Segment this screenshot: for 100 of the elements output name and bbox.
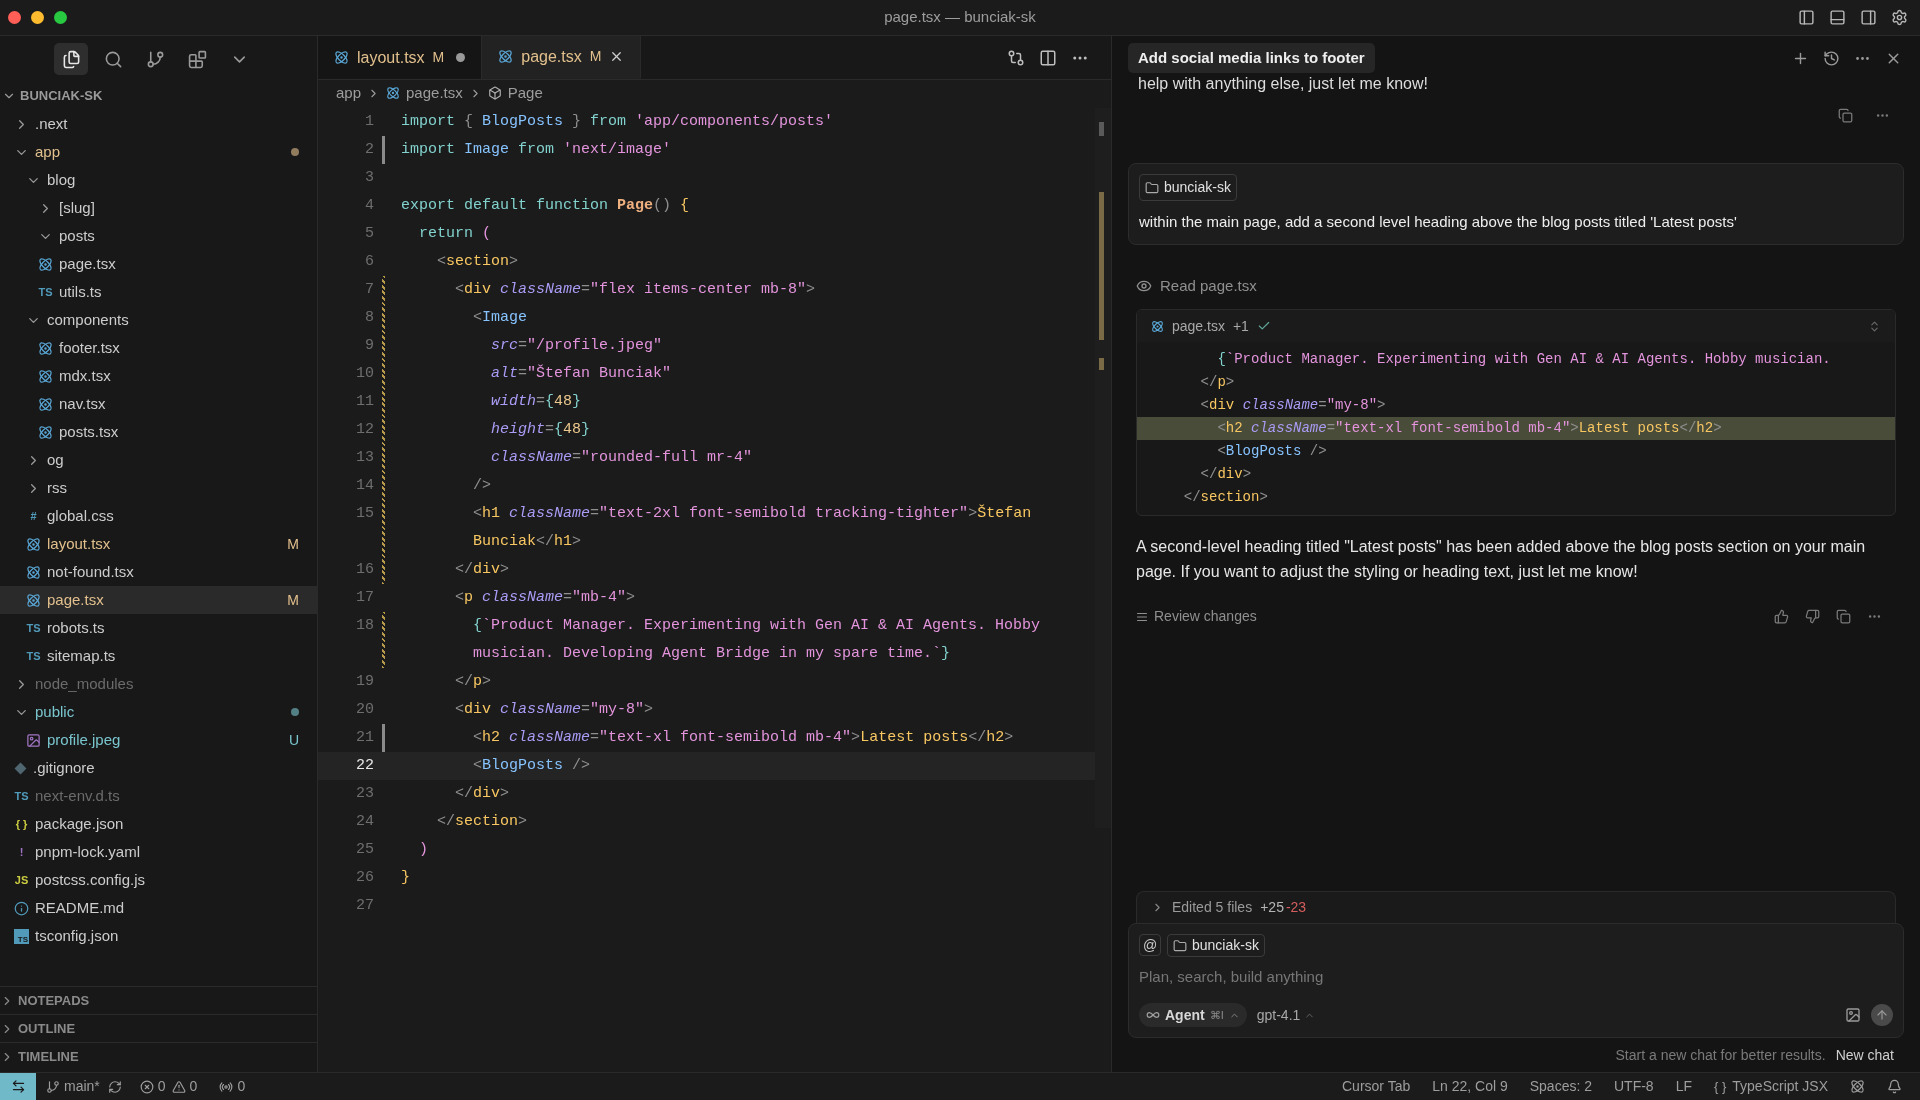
file-row[interactable]: TS robots.ts: [0, 614, 317, 642]
file-row[interactable]: TS sitemap.ts: [0, 642, 317, 670]
atom-icon: [26, 536, 41, 552]
folder-row[interactable]: og: [0, 446, 317, 474]
line-number: 15: [355, 503, 374, 524]
thumbs-down-icon[interactable]: [1805, 609, 1820, 624]
folder-row[interactable]: [slug]: [0, 194, 317, 222]
file-row[interactable]: # global.css: [0, 502, 317, 530]
thumbs-up-icon[interactable]: [1774, 609, 1789, 624]
edited-files-bar[interactable]: Edited 5 files +25-23: [1136, 891, 1896, 923]
file-row[interactable]: ! pnpm-lock.yaml: [0, 838, 317, 866]
line-number: 25: [355, 839, 374, 860]
breadcrumb-item[interactable]: page.tsx: [406, 81, 463, 105]
info-icon: [14, 900, 29, 916]
maximize-window-button[interactable]: [54, 11, 67, 24]
punctuation: </: [536, 531, 555, 552]
file-type-icon: TS: [14, 790, 29, 802]
status-item[interactable]: LF: [1675, 1076, 1692, 1097]
split-editor-icon[interactable]: [1039, 48, 1057, 67]
line-number: 17: [355, 587, 374, 608]
folder-row[interactable]: blog: [0, 166, 317, 194]
file-row[interactable]: page.tsx: [0, 250, 317, 278]
expand-icon[interactable]: [1868, 319, 1881, 333]
folder-row[interactable]: public: [0, 698, 317, 726]
mode-selector[interactable]: Agent: [1165, 1004, 1205, 1026]
notifications-icon[interactable]: [1887, 1079, 1902, 1094]
line-number: 5: [364, 223, 374, 244]
file-row[interactable]: TS utils.ts: [0, 278, 317, 306]
file-row[interactable]: page.tsx M: [0, 586, 317, 614]
folder-row[interactable]: .next: [0, 110, 317, 138]
git-status-letter: M: [287, 590, 299, 610]
toggle-panel-icon[interactable]: [1829, 9, 1846, 26]
tag-name: div: [1209, 396, 1235, 415]
file-type-icon: { }: [14, 818, 29, 830]
punctuation: =: [590, 727, 600, 748]
explorer-root-header[interactable]: BUNCIAK-SK: [0, 82, 317, 110]
file-row[interactable]: TS next-env.d.ts: [0, 782, 317, 810]
file-row[interactable]: profile.jpeg U: [0, 726, 317, 754]
file-row[interactable]: posts.tsx: [0, 418, 317, 446]
file-row[interactable]: not-found.tsx: [0, 558, 317, 586]
status-item[interactable]: Ln 22, Col 9: [1432, 1076, 1508, 1097]
file-row[interactable]: README.md: [0, 894, 317, 922]
branch-button[interactable]: main*: [64, 1076, 100, 1097]
punctuation: >: [482, 671, 492, 692]
file-row[interactable]: layout.tsx M: [0, 530, 317, 558]
breadcrumb-item[interactable]: app: [336, 81, 362, 105]
copy-icon[interactable]: [1838, 108, 1853, 123]
minimize-window-button[interactable]: [31, 11, 44, 24]
diff-file-name[interactable]: page.tsx: [1172, 315, 1225, 337]
error-count[interactable]: 0: [157, 1076, 166, 1097]
sidebar-section-header[interactable]: OUTLINE: [0, 1014, 317, 1042]
compare-changes-icon[interactable]: [1007, 48, 1025, 67]
history-icon[interactable]: [1823, 49, 1840, 67]
file-row[interactable]: JS postcss.config.js: [0, 866, 317, 894]
file-name: .gitignore: [33, 757, 95, 778]
file-row[interactable]: .gitignore: [0, 754, 317, 782]
file-row[interactable]: { } package.json: [0, 810, 317, 838]
warning-count[interactable]: 0: [189, 1076, 198, 1097]
sidebar-section-header[interactable]: TIMELINE: [0, 1042, 317, 1070]
toggle-sidebar-icon[interactable]: [1798, 9, 1815, 26]
tag-name: h2: [986, 727, 1005, 748]
status-item[interactable]: Cursor Tab: [1342, 1076, 1411, 1097]
arrow-up-icon: [1875, 1008, 1889, 1022]
chat-input-field[interactable]: Plan, search, build anything: [1139, 963, 1893, 989]
file-row[interactable]: TS tsconfig.json: [0, 922, 317, 950]
punctuation: }: [571, 111, 583, 132]
atom-icon: [498, 49, 514, 64]
folder-row[interactable]: posts: [0, 222, 317, 250]
file-row[interactable]: nav.tsx: [0, 390, 317, 418]
ports-count[interactable]: 0: [237, 1076, 246, 1097]
file-name: footer.tsx: [59, 337, 120, 358]
chat-tab[interactable]: Add social media links to footer: [1128, 42, 1375, 74]
line-number: 24: [355, 811, 374, 832]
file-row[interactable]: mdx.tsx: [0, 362, 317, 390]
language-mode-button[interactable]: TypeScript JSX: [1732, 1076, 1828, 1097]
punctuation: >: [806, 279, 816, 300]
model-selector[interactable]: gpt-4.1: [1256, 1004, 1301, 1026]
new-chat-link[interactable]: New chat: [1835, 1044, 1894, 1066]
copy-icon[interactable]: [1836, 609, 1851, 624]
activity-tab[interactable]: [54, 43, 88, 75]
status-item[interactable]: Spaces: 2: [1529, 1076, 1592, 1097]
remote-button[interactable]: [0, 1073, 36, 1100]
editor-tab[interactable]: page.tsx M: [482, 36, 642, 79]
folder-row[interactable]: components: [0, 306, 317, 334]
toggle-secondary-sidebar-icon[interactable]: [1860, 9, 1877, 26]
status-item[interactable]: UTF-8: [1614, 1076, 1654, 1097]
send-button[interactable]: [1871, 1004, 1893, 1026]
folder-row[interactable]: app: [0, 138, 317, 166]
close-window-button[interactable]: [8, 11, 21, 24]
image-attach-icon[interactable]: [1845, 1007, 1861, 1023]
line-number: 3: [364, 167, 374, 188]
folder-row[interactable]: rss: [0, 474, 317, 502]
breadcrumb-item[interactable]: Page: [507, 81, 543, 105]
review-changes-button[interactable]: Review changes: [1154, 606, 1257, 627]
mention-button[interactable]: @: [1139, 934, 1161, 956]
punctuation: </: [1199, 465, 1218, 484]
sidebar-section-header[interactable]: NOTEPADS: [0, 986, 317, 1014]
settings-icon[interactable]: [1891, 9, 1908, 26]
sync-icon[interactable]: [107, 1079, 122, 1094]
file-row[interactable]: footer.tsx: [0, 334, 317, 362]
